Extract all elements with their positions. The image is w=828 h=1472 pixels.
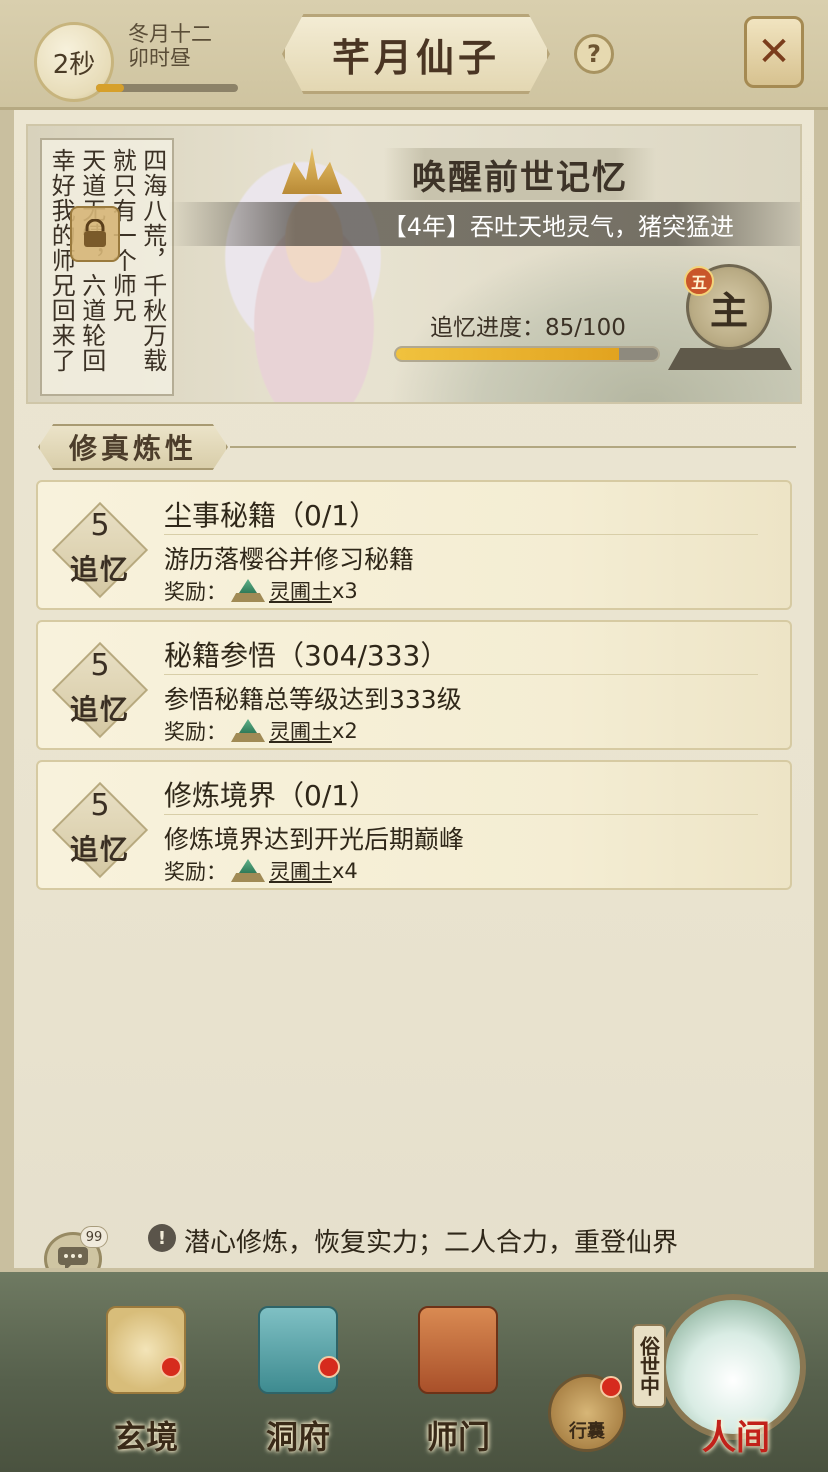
quest-title: 修炼境界（0/1） (164, 779, 378, 812)
nav-dongfu[interactable]: 洞府 (238, 1300, 358, 1456)
page-title-plate: 芊月仙子 (282, 14, 550, 94)
section-divider (230, 446, 796, 448)
section-header: 修真炼性 (38, 424, 228, 470)
quest-description: 参悟秘籍总等级达到333级 (164, 685, 462, 714)
bell-lock-icon[interactable] (70, 206, 120, 262)
quest-card[interactable]: 5 追忆 尘事秘籍（0/1） 游历落樱谷并修习秘籍 奖励： 灵圃土 x3 (36, 480, 792, 610)
points-value: 5 (90, 788, 110, 823)
reward-count: x4 (332, 859, 358, 883)
reward-item-link[interactable]: 灵圃土 (269, 856, 332, 886)
reward-count: x3 (332, 579, 358, 603)
memory-progress-bar (394, 346, 660, 362)
memory-points-badge: 5 追忆 (51, 501, 149, 599)
tip-text: 潜心修炼，恢复实力；二人合力，重登仙界 (184, 1228, 679, 1258)
quest-reward: 奖励： 灵圃土 x3 (164, 576, 358, 606)
quest-card[interactable]: 5 追忆 秘籍参悟（304/333） 参悟秘籍总等级达到333级 奖励： 灵圃土… (36, 620, 792, 750)
memory-points-badge: 5 追忆 (51, 641, 149, 739)
reward-item-link[interactable]: 灵圃土 (269, 576, 332, 606)
chat-unread-count: 99 (80, 1226, 108, 1248)
quest-title: 尘事秘籍（0/1） (164, 499, 378, 532)
nav-label: 洞府 (265, 1418, 330, 1456)
realm-status-tag: 俗世中 (632, 1324, 666, 1408)
poem-column: 天道无情，六道轮回 (78, 148, 106, 386)
time-line: 卯时昼 (128, 46, 191, 70)
event-strip: 【4年】吞吐天地灵气，猪突猛进 (168, 202, 800, 246)
spirit-soil-icon (231, 859, 265, 883)
top-bar: 2秒 冬月十二 卯时昼 芊月仙子 ? ✕ (0, 0, 828, 110)
memory-progress-fill (396, 348, 619, 360)
question-icon: ? (587, 40, 601, 68)
points-value: 5 (90, 648, 110, 683)
quest-title: 秘籍参悟（304/333） (164, 639, 449, 672)
bag-label: 行囊 (569, 1421, 605, 1442)
spirit-soil-icon (231, 719, 265, 743)
quest-reward: 奖励： 灵圃土 x2 (164, 716, 358, 746)
banner-flag-icon (418, 1306, 498, 1394)
poem-column: 四海八荒，千秋万载 (138, 148, 167, 373)
time-progress-bar (96, 84, 238, 92)
memory-progress-label: 追忆进度：85/100 (430, 315, 626, 341)
points-value: 5 (90, 508, 110, 543)
close-icon: ✕ (757, 29, 791, 75)
memory-banner: 四海八荒，千秋万载 就只有一个师兄 天道无情，六道轮回 幸好我的师兄回来了 唤醒… (26, 124, 802, 404)
nav-shimen[interactable]: 师门 (398, 1300, 518, 1456)
help-button[interactable]: ? (574, 34, 614, 74)
quest-reward: 奖励： 灵圃土 x4 (164, 856, 358, 886)
nav-xuanjing[interactable]: 玄境 (86, 1300, 206, 1456)
poem-box: 四海八荒，千秋万载 就只有一个师兄 天道无情，六道轮回 幸好我的师兄回来了 (40, 138, 174, 396)
pavilion-icon (258, 1306, 338, 1394)
date-line: 冬月十二 (128, 22, 212, 46)
awaken-memory-title: 唤醒前世记忆 (384, 148, 656, 200)
points-label: 追忆 (69, 833, 130, 866)
spirit-soil-icon (231, 579, 265, 603)
reward-item-link[interactable]: 灵圃土 (269, 716, 332, 746)
quest-description: 修炼境界达到开光后期巅峰 (164, 825, 465, 854)
quest-card[interactable]: 5 追忆 修炼境界（0/1） 修炼境界达到开光后期巅峰 奖励： 灵圃土 x4 (36, 760, 792, 890)
game-date: 冬月十二 卯时昼 (128, 22, 238, 70)
notification-dot (160, 1356, 182, 1378)
nav-label: 玄境 (113, 1418, 178, 1456)
close-button[interactable]: ✕ (744, 16, 804, 88)
memory-points-badge: 5 追忆 (51, 781, 149, 879)
page-title: 芊月仙子 (331, 34, 500, 80)
rank-char: 主 (709, 287, 748, 333)
realm-label: 人间 (702, 1418, 770, 1458)
reward-label: 奖励： (164, 720, 227, 744)
points-label: 追忆 (69, 553, 130, 586)
rank-level-badge: 五 (684, 266, 714, 296)
emblem-stand (668, 348, 792, 370)
poem-column: 就只有一个师兄 (108, 148, 137, 323)
reward-label: 奖励： (164, 860, 227, 884)
poem-column: 幸好我的师兄回来了 (47, 148, 76, 373)
nav-label: 师门 (425, 1418, 490, 1456)
points-label: 追忆 (69, 693, 130, 726)
notification-dot (318, 1356, 340, 1378)
reward-count: x2 (332, 719, 358, 743)
quest-description: 游历落樱谷并修习秘籍 (164, 545, 415, 574)
reward-label: 奖励： (164, 580, 227, 604)
notification-dot (600, 1376, 622, 1398)
exclamation-icon: ! (148, 1224, 176, 1252)
timer-text: 2秒 (52, 49, 96, 80)
scroll-icon (106, 1306, 186, 1394)
